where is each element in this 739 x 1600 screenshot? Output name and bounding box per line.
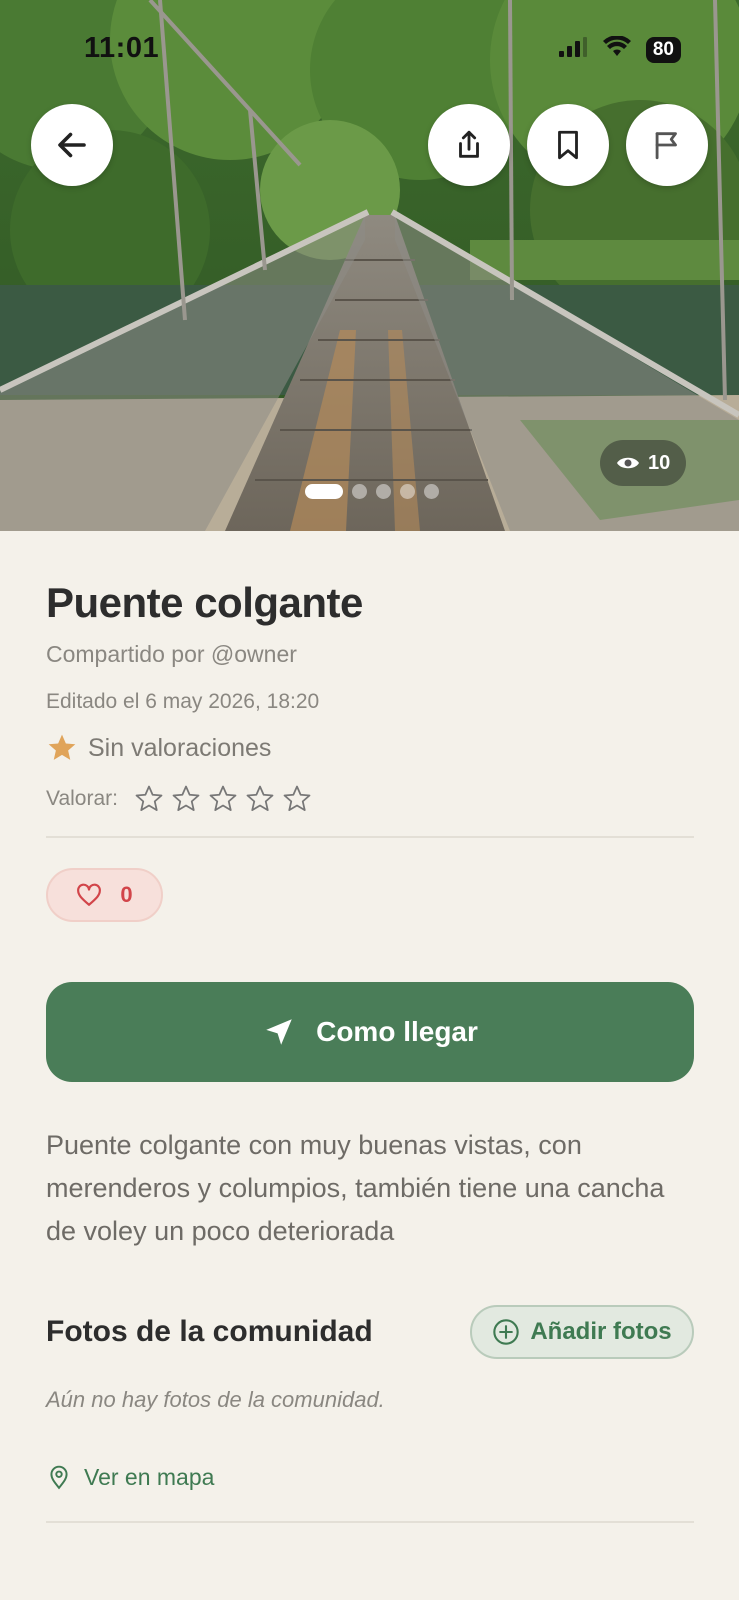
eye-icon bbox=[617, 457, 639, 469]
community-photos-header: Fotos de la comunidad Añadir fotos bbox=[46, 1305, 694, 1359]
rate-control: Valorar: bbox=[46, 784, 694, 814]
back-button[interactable] bbox=[31, 104, 113, 186]
heart-icon bbox=[77, 883, 102, 906]
flag-icon bbox=[655, 132, 677, 160]
views-counter: 10 bbox=[600, 440, 687, 486]
rating-text: Sin valoraciones bbox=[88, 733, 272, 762]
carousel-dot[interactable] bbox=[376, 484, 391, 499]
place-details: Puente colgante Compartido por @owner Ed… bbox=[46, 531, 694, 1523]
divider bbox=[46, 1521, 694, 1523]
carousel-page-indicator[interactable] bbox=[305, 484, 439, 499]
rate-star-4-icon[interactable] bbox=[245, 784, 275, 814]
view-on-map-link[interactable]: Ver en mapa bbox=[46, 1463, 694, 1491]
cellular-signal-icon bbox=[558, 36, 588, 63]
map-pin-icon bbox=[50, 1465, 68, 1490]
status-bar: 11:01 80 bbox=[0, 0, 739, 100]
star-icon bbox=[48, 734, 76, 760]
place-description: Puente colgante con muy buenas vistas, c… bbox=[46, 1130, 665, 1246]
rate-label: Valorar: bbox=[46, 787, 118, 810]
carousel-dot[interactable] bbox=[400, 484, 415, 499]
views-count: 10 bbox=[648, 451, 671, 474]
directions-button[interactable]: Como llegar bbox=[46, 982, 694, 1082]
rate-star-5-icon[interactable] bbox=[282, 784, 312, 814]
divider bbox=[46, 836, 694, 838]
navigation-arrow-icon bbox=[266, 1019, 292, 1045]
plus-circle-icon bbox=[493, 1319, 520, 1345]
directions-label: Como llegar bbox=[316, 1016, 478, 1047]
back-arrow-icon bbox=[58, 132, 86, 158]
like-button[interactable]: 0 bbox=[46, 868, 163, 922]
community-photos-empty: Aún no hay fotos de la comunidad. bbox=[46, 1387, 385, 1412]
carousel-dot[interactable] bbox=[424, 484, 439, 499]
carousel-dot[interactable] bbox=[352, 484, 367, 499]
view-on-map-label: Ver en mapa bbox=[84, 1463, 215, 1490]
share-button[interactable] bbox=[428, 104, 510, 186]
rating-summary: Sin valoraciones bbox=[46, 732, 694, 764]
report-flag-button[interactable] bbox=[626, 104, 708, 186]
add-photos-label: Añadir fotos bbox=[530, 1318, 672, 1345]
carousel-dot[interactable] bbox=[305, 484, 343, 499]
shared-by: Compartido por @owner bbox=[46, 641, 297, 667]
rate-star-1-icon[interactable] bbox=[134, 784, 164, 814]
share-icon bbox=[459, 130, 479, 158]
wifi-icon bbox=[602, 35, 632, 63]
add-photos-button[interactable]: Añadir fotos bbox=[470, 1305, 694, 1359]
community-photos-title: Fotos de la comunidad bbox=[46, 1315, 373, 1348]
page-title: Puente colgante bbox=[46, 579, 363, 626]
rate-star-3-icon[interactable] bbox=[208, 784, 238, 814]
status-time: 11:01 bbox=[84, 32, 160, 64]
bookmark-button[interactable] bbox=[527, 104, 609, 186]
hero-photo-carousel[interactable]: 11:01 80 10 bbox=[0, 0, 739, 531]
battery-indicator: 80 bbox=[645, 36, 681, 63]
rate-star-2-icon[interactable] bbox=[171, 784, 201, 814]
bookmark-icon bbox=[558, 130, 578, 160]
edited-date: Editado el 6 may 2026, 18:20 bbox=[46, 690, 320, 713]
like-count: 0 bbox=[120, 882, 133, 907]
